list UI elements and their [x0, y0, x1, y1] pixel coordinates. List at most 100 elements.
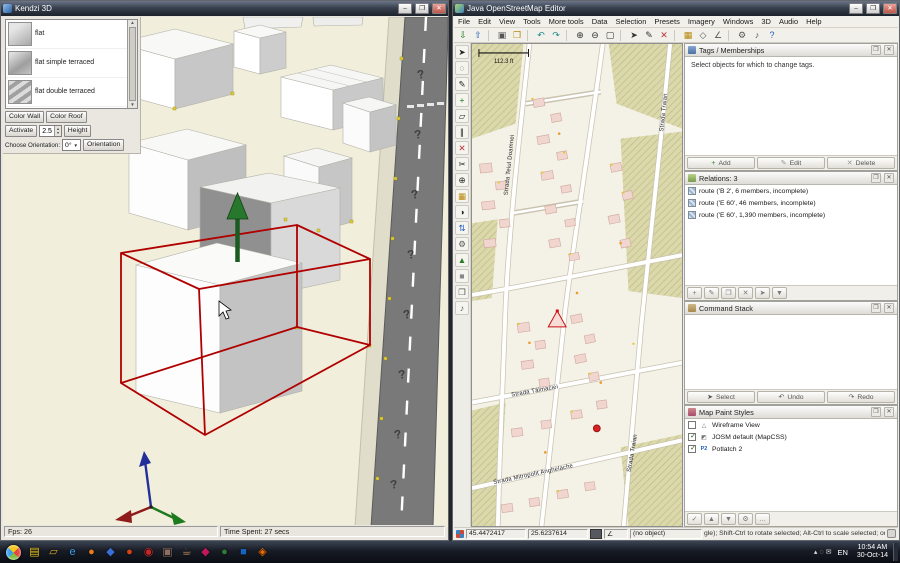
toolbar-icon[interactable]: ✎ — [642, 29, 656, 42]
mode-icon[interactable]: ♪ — [455, 301, 469, 315]
close-icon[interactable]: ✕ — [883, 3, 897, 14]
paint-style-item[interactable]: ◩ JOSM default (MapCSS) — [685, 431, 897, 443]
spinner-down-icon[interactable]: ▼ — [56, 131, 60, 135]
paint-tool-button[interactable]: … — [755, 513, 770, 525]
mode-icon[interactable]: ▦ — [455, 189, 469, 203]
tags-panel-header[interactable]: Tags / Memberships ❐ ✕ — [685, 44, 897, 57]
scroll-up-icon[interactable]: ▲ — [130, 20, 134, 26]
mode-icon[interactable]: ✂ — [455, 157, 469, 171]
height-spinner[interactable]: 2.5 ▲ ▼ — [39, 125, 62, 137]
relations-tool-button[interactable]: ✕ — [738, 287, 753, 299]
panel-close-icon[interactable]: ✕ — [884, 173, 894, 183]
toolbar-icon[interactable]: ↷ — [549, 29, 563, 42]
paint-style-checkbox[interactable] — [688, 421, 696, 429]
tags-panel-button[interactable]: ✎ Edit — [757, 157, 825, 169]
mode-icon[interactable]: ✎ — [455, 77, 469, 91]
mode-icon[interactable]: ▲ — [455, 253, 469, 267]
toolbar-icon[interactable]: ▣ — [495, 29, 509, 42]
toolbar-icon[interactable]: ⇩ — [456, 29, 470, 42]
scroll-thumb[interactable] — [129, 27, 136, 101]
color-wall-button[interactable]: Color Wall — [5, 111, 45, 123]
paint-style-item[interactable]: △ Wireframe View — [685, 419, 897, 431]
maximize-icon[interactable]: ❒ — [866, 3, 880, 14]
panel-close-icon[interactable]: ✕ — [884, 407, 894, 417]
roof-style-item[interactable]: flat — [6, 20, 127, 49]
paint-style-checkbox[interactable] — [688, 433, 697, 441]
clock[interactable]: 10:54 AM 30-Oct-14 — [857, 544, 888, 561]
tray-icon[interactable]: ▴ — [814, 548, 818, 556]
language-indicator[interactable]: EN — [837, 548, 847, 557]
menu-item[interactable]: Tools — [519, 16, 545, 27]
relation-item[interactable]: route ('E 60', 1,390 members, incomplete… — [685, 209, 897, 221]
tags-panel-button[interactable]: + Add — [687, 157, 755, 169]
toolbar-icon[interactable] — [620, 29, 624, 41]
toolbar-icon[interactable] — [566, 29, 570, 41]
mode-icon[interactable]: ◑ — [455, 205, 469, 219]
relations-tool-button[interactable]: ▼ — [772, 287, 787, 299]
toolbar-icon[interactable]: ? — [765, 29, 779, 42]
paint-tool-button[interactable]: ▼ — [721, 513, 736, 525]
taskbar-app-icon[interactable]: ◉ — [139, 543, 158, 561]
relation-item[interactable]: route ('B 2', 6 members, incomplete) — [685, 185, 897, 197]
activate-button[interactable]: Activate — [5, 125, 38, 137]
taskbar-app-icon[interactable]: ● — [82, 543, 101, 561]
menu-item[interactable]: More tools — [545, 16, 588, 27]
taskbar-app-icon[interactable]: ☕ — [177, 543, 196, 561]
close-icon[interactable]: ✕ — [432, 3, 446, 14]
menu-item[interactable]: 3D — [757, 16, 775, 27]
mode-icon[interactable]: ∥ — [455, 125, 469, 139]
mode-icon[interactable]: ⊕ — [455, 173, 469, 187]
roof-style-item[interactable]: flat simple terraced — [6, 49, 127, 78]
toolbar-icon[interactable]: ⊕ — [573, 29, 587, 42]
toolbar-icon[interactable]: ⚙ — [735, 29, 749, 42]
toolbar-icon[interactable]: ♪ — [750, 29, 764, 42]
selected-node[interactable] — [555, 309, 559, 313]
relations-tool-button[interactable]: + — [687, 287, 702, 299]
toolbar-icon[interactable] — [527, 29, 531, 41]
map-canvas[interactable]: 112.3 ft Strada Teiul Doamnei Strada Tra… — [472, 44, 682, 527]
start-button[interactable] — [2, 541, 24, 563]
toolbar-icon[interactable]: ▦ — [681, 29, 695, 42]
menu-item[interactable]: View — [495, 16, 519, 27]
panel-close-icon[interactable]: ✕ — [884, 45, 894, 55]
panel-stick-icon[interactable]: ❐ — [871, 173, 881, 183]
kendzi-titlebar[interactable]: Kendzi 3D – ❒ ✕ — [1, 1, 448, 16]
menu-item[interactable]: Selection — [612, 16, 651, 27]
panel-stick-icon[interactable]: ❐ — [871, 303, 881, 313]
tray-icon[interactable]: ✉ — [826, 548, 832, 556]
paint-tool-button[interactable]: ✓ — [687, 513, 702, 525]
toolbar-icon[interactable]: ❒ — [510, 29, 524, 42]
roof-style-item[interactable]: flat double terraced — [6, 78, 127, 107]
toolbar-icon[interactable]: ⇧ — [471, 29, 485, 42]
toolbar-icon[interactable]: ◇ — [696, 29, 710, 42]
toolbar-icon[interactable]: ✕ — [657, 29, 671, 42]
paint-style-checkbox[interactable] — [688, 445, 697, 453]
menu-item[interactable]: Windows — [719, 16, 757, 27]
toolbar-icon[interactable]: ⊖ — [588, 29, 602, 42]
toolbar-icon[interactable] — [674, 29, 678, 41]
taskbar-app-icon[interactable]: ▣ — [158, 543, 177, 561]
toolbar-icon[interactable]: ➤ — [627, 29, 641, 42]
taskbar-app-icon[interactable]: ◆ — [196, 543, 215, 561]
menu-item[interactable]: Data — [588, 16, 612, 27]
panel-close-icon[interactable]: ✕ — [884, 303, 894, 313]
tray-icon[interactable]: ◌ — [819, 549, 823, 556]
mode-icon[interactable]: ⇅ — [455, 221, 469, 235]
menu-item[interactable]: Imagery — [684, 16, 719, 27]
taskbar-app-icon[interactable]: e — [63, 543, 82, 561]
mode-icon[interactable]: ■ — [455, 269, 469, 283]
menu-item[interactable]: Presets — [650, 16, 683, 27]
toolbar-icon[interactable]: ▢ — [603, 29, 617, 42]
relations-tool-button[interactable]: ❐ — [721, 287, 736, 299]
minimize-icon[interactable]: – — [398, 3, 412, 14]
tags-panel-button[interactable]: ✕ Delete — [827, 157, 895, 169]
command-panel-header[interactable]: Command Stack ❐ ✕ — [685, 302, 897, 315]
panel-stick-icon[interactable]: ❐ — [871, 407, 881, 417]
maximize-icon[interactable]: ❒ — [415, 3, 429, 14]
mode-icon[interactable]: ✕ — [455, 141, 469, 155]
height-button[interactable]: Height — [63, 125, 92, 137]
mode-icon[interactable]: ⚙ — [455, 237, 469, 251]
toolbar-icon[interactable] — [728, 29, 732, 41]
panel-stick-icon[interactable]: ❐ — [871, 45, 881, 55]
relation-item[interactable]: route ('E 60', 46 members, incomplete) — [685, 197, 897, 209]
